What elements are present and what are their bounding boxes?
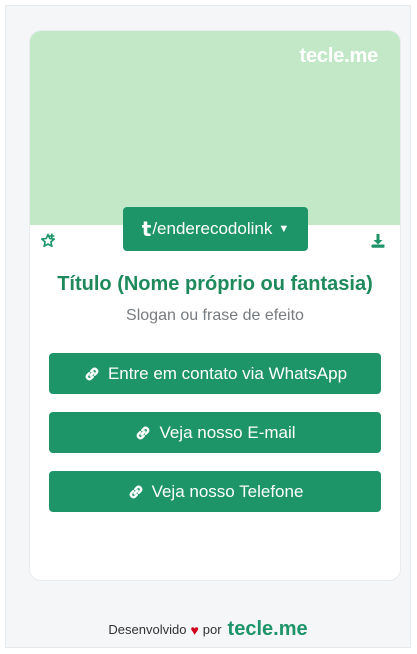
star-plus-icon (40, 233, 56, 248)
phone-link-button[interactable]: Veja nosso Telefone (49, 471, 381, 512)
email-link-button[interactable]: Veja nosso E-mail (49, 412, 381, 453)
footer-developed-text: Desenvolvido (108, 622, 187, 637)
page-frame: tecle.me t /enderecodolink ▼ Título (Nom… (5, 5, 411, 648)
footer: Desenvolvido ♥ por tecle.me (6, 618, 410, 641)
link-label: Veja nosso E-mail (159, 422, 296, 442)
cover-banner: tecle.me (30, 31, 400, 225)
link-icon (83, 365, 101, 383)
download-icon[interactable] (370, 233, 388, 251)
whatsapp-link-button[interactable]: Entre em contato via WhatsApp (49, 353, 381, 394)
profile-title: Título (Nome próprio ou fantasia) (57, 273, 373, 295)
profile-slogan: Slogan ou frase de efeito (126, 307, 304, 324)
link-icon (127, 483, 145, 501)
tecle-logo-icon: t (141, 217, 152, 241)
footer-brand-link[interactable]: tecle.me (228, 618, 308, 641)
cover-brand-logo: tecle.me (299, 45, 379, 67)
handle-dropdown-button[interactable]: t /enderecodolink ▼ (123, 207, 308, 251)
favorite-star-icon[interactable] (39, 233, 57, 251)
heart-icon: ♥ (190, 621, 199, 638)
link-icon (134, 424, 152, 442)
link-label: Entre em contato via WhatsApp (107, 363, 348, 383)
link-label: Veja nosso Telefone (151, 481, 304, 501)
caret-down-icon: ▼ (278, 223, 290, 235)
handle-label: /enderecodolink (152, 219, 273, 238)
footer-by-text: por (202, 622, 222, 637)
profile-card: tecle.me t /enderecodolink ▼ Título (Nom… (29, 30, 401, 581)
